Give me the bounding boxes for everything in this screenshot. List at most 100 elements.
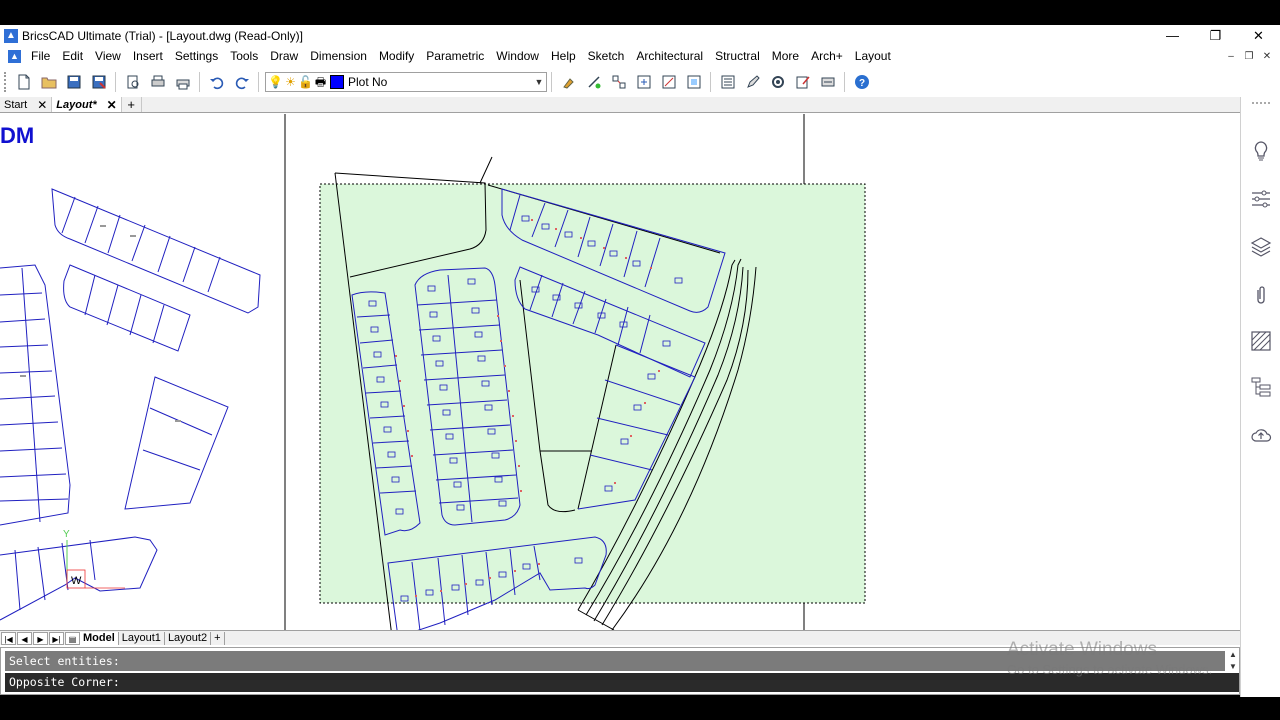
menu-dimension[interactable]: Dimension — [304, 47, 373, 66]
layer-dropdown[interactable]: 💡 ☀ 🔓 🖶 Plot No ▼ — [265, 72, 547, 92]
tab-layout[interactable]: Layout* ✕ — [52, 97, 122, 112]
ucs-icon: Y W — [63, 529, 125, 589]
command-scrollbar[interactable]: ▲ ▼ — [1229, 650, 1239, 672]
minimize-button[interactable]: — — [1151, 25, 1194, 47]
panel-grip-icon[interactable] — [1249, 99, 1273, 107]
bricscad-window: ▲ BricsCAD Ultimate (Trial) - [Layout.dw… — [0, 25, 1280, 697]
watermark-subtitle: Go to Settings to activate Windows. — [1007, 662, 1213, 677]
tab-layout2[interactable]: Layout2 — [165, 631, 212, 645]
left-plot-labels — [20, 225, 181, 422]
print-preview-icon[interactable] — [122, 71, 144, 93]
menu-edit[interactable]: Edit — [56, 47, 89, 66]
zoom-extents-icon[interactable] — [817, 71, 839, 93]
help-icon[interactable]: ? — [851, 71, 873, 93]
hatch-pattern-icon[interactable] — [1249, 329, 1273, 353]
open-file-icon[interactable] — [38, 71, 60, 93]
cloud-upload-icon[interactable] — [1249, 423, 1273, 447]
menu-bar: ▲ File Edit View Insert Settings Tools D… — [0, 47, 1280, 66]
restore-button[interactable]: ❐ — [1194, 25, 1237, 47]
menu-tools[interactable]: Tools — [224, 47, 264, 66]
menu-window[interactable]: Window — [490, 47, 545, 66]
layer-thaw-sun-icon[interactable]: ☀ — [283, 74, 298, 90]
document-icon[interactable]: ▲ — [8, 50, 21, 63]
svg-text:?: ? — [858, 78, 864, 89]
drawing-svg: DM Y W — [0, 114, 866, 630]
new-tab-button[interactable]: + — [122, 97, 142, 112]
ucs-w-label: W — [71, 575, 82, 587]
new-file-icon[interactable] — [13, 71, 35, 93]
menu-file[interactable]: File — [25, 47, 56, 66]
window-title: BricsCAD Ultimate (Trial) - [Layout.dwg … — [22, 29, 303, 43]
menu-draw[interactable]: Draw — [264, 47, 304, 66]
watermark-title: Activate Windows — [1007, 639, 1157, 660]
tab-list-button[interactable]: ▤ — [65, 631, 80, 645]
chevron-down-icon[interactable]: ▼ — [532, 77, 546, 87]
close-button[interactable]: ✕ — [1237, 25, 1280, 47]
tab-start-label: Start — [4, 98, 28, 111]
block-icon[interactable] — [608, 71, 630, 93]
document-window-controls: – ❐ ✕ — [1222, 47, 1276, 66]
notes-icon[interactable] — [792, 71, 814, 93]
layer-name: Plot No — [348, 75, 388, 89]
doc-minimize-button[interactable]: – — [1222, 47, 1240, 66]
save-icon[interactable] — [63, 71, 85, 93]
menu-help[interactable]: Help — [545, 47, 582, 66]
menu-structral[interactable]: Structral — [709, 47, 766, 66]
drawing-explorer-icon[interactable] — [767, 71, 789, 93]
layer-plot-icon[interactable]: 🖶 — [313, 74, 328, 90]
menu-parametric[interactable]: Parametric — [420, 47, 490, 66]
lightbulb-tips-icon[interactable] — [1249, 139, 1273, 163]
left-plot-group — [0, 188, 261, 621]
menu-architectural[interactable]: Architectural — [630, 47, 709, 66]
scroll-up-icon[interactable]: ▲ — [1229, 650, 1239, 660]
match-properties-icon[interactable] — [558, 71, 580, 93]
title-bar: ▲ BricsCAD Ultimate (Trial) - [Layout.dw… — [0, 25, 1280, 47]
properties-sliders-icon[interactable] — [1249, 187, 1273, 211]
menu-arch-plus[interactable]: Arch+ — [805, 47, 849, 66]
activation-watermark: Activate Windows Go to Settings to activ… — [1007, 639, 1212, 679]
redo-icon[interactable] — [231, 71, 253, 93]
bricscad-logo-icon: ▲ — [4, 29, 18, 43]
doc-restore-button[interactable]: ❐ — [1240, 47, 1258, 66]
scroll-down-icon[interactable]: ▼ — [1229, 662, 1239, 672]
right-side-panel — [1240, 97, 1280, 697]
structure-tree-icon[interactable] — [1249, 375, 1273, 399]
first-tab-button[interactable]: |◀ — [1, 631, 16, 645]
properties-icon[interactable] — [717, 71, 739, 93]
tab-model[interactable]: Model — [80, 631, 119, 645]
pick-point-icon[interactable] — [583, 71, 605, 93]
insert-block-icon[interactable] — [633, 71, 655, 93]
layer-on-bulb-icon[interactable]: 💡 — [268, 74, 283, 90]
menu-insert[interactable]: Insert — [127, 47, 169, 66]
close-icon[interactable]: ✕ — [107, 98, 117, 112]
menu-sketch[interactable]: Sketch — [582, 47, 631, 66]
prev-tab-button[interactable]: ◀ — [17, 631, 32, 645]
menu-view[interactable]: View — [89, 47, 127, 66]
layers-icon[interactable] — [1249, 235, 1273, 259]
external-reference-icon[interactable] — [683, 71, 705, 93]
undo-icon[interactable] — [206, 71, 228, 93]
menu-modify[interactable]: Modify — [373, 47, 420, 66]
add-layout-button[interactable]: + — [211, 631, 225, 645]
layer-unlock-icon[interactable]: 🔓 — [298, 74, 313, 90]
toolbar-grip[interactable] — [4, 72, 7, 92]
menu-settings[interactable]: Settings — [169, 47, 224, 66]
tab-layout1[interactable]: Layout1 — [119, 631, 165, 645]
save-as-icon[interactable] — [88, 71, 110, 93]
edit-pen-icon[interactable] — [742, 71, 764, 93]
next-tab-button[interactable]: ▶ — [33, 631, 48, 645]
menu-more[interactable]: More — [766, 47, 805, 66]
partial-title-text: DM — [0, 123, 34, 148]
last-tab-button[interactable]: ▶| — [49, 631, 64, 645]
layer-color-swatch — [330, 75, 344, 89]
print-icon[interactable] — [147, 71, 169, 93]
doc-close-button[interactable]: ✕ — [1258, 47, 1276, 66]
menu-layout[interactable]: Layout — [849, 47, 897, 66]
drawing-canvas[interactable]: DM Y W — [0, 114, 1240, 630]
plot-icon[interactable] — [172, 71, 194, 93]
tab-start[interactable]: Start ✕ — [0, 97, 53, 112]
attachments-paperclip-icon[interactable] — [1249, 283, 1273, 307]
attach-reference-icon[interactable] — [658, 71, 680, 93]
close-icon[interactable]: ✕ — [37, 98, 47, 112]
window-controls: — ❐ ✕ — [1151, 25, 1280, 47]
